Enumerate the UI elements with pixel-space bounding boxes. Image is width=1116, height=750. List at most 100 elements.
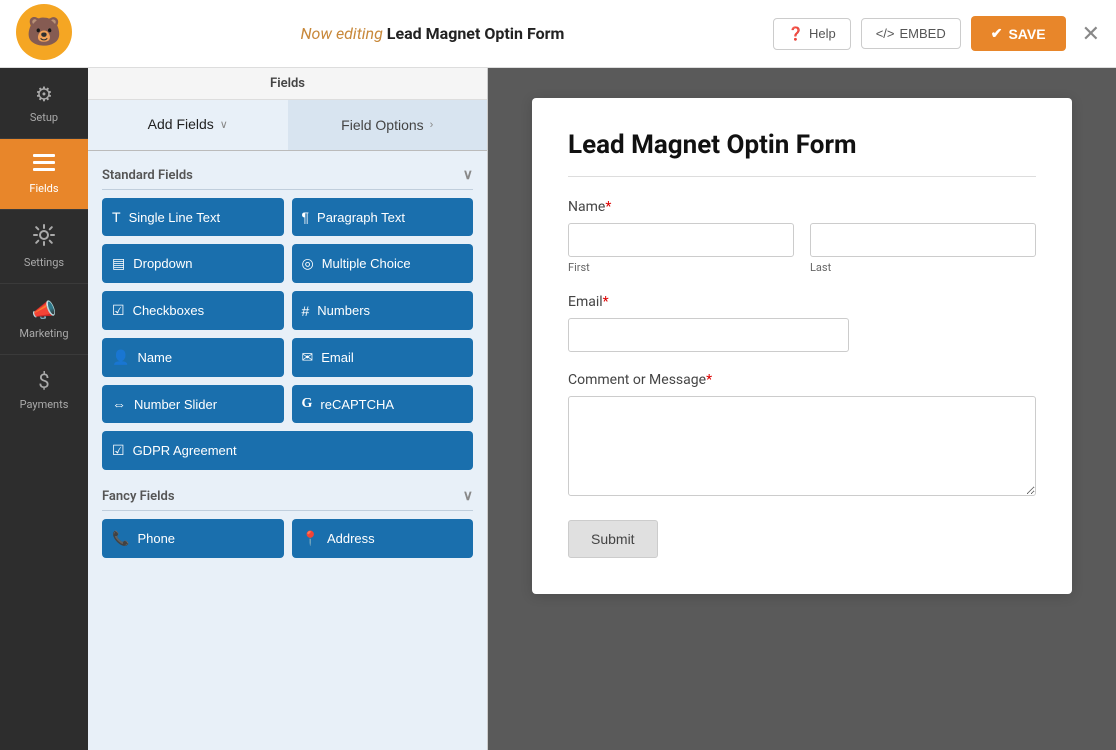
standard-fields-label: Standard Fields bbox=[102, 168, 193, 183]
field-btn-single-line[interactable]: T Single Line Text bbox=[102, 198, 284, 236]
name-field-label: Name* bbox=[568, 199, 1036, 215]
fields-tab-bar: Add Fields ∨ Field Options › bbox=[88, 100, 487, 151]
topbar-actions: ❓ Help </> EMBED ✔ SAVE ✕ bbox=[773, 16, 1100, 51]
logo: 🐻 bbox=[16, 4, 76, 64]
phone-icon: 📞 bbox=[112, 530, 129, 547]
form-preview-area: Lead Magnet Optin Form Name* First Last bbox=[488, 68, 1116, 750]
recaptcha-icon: G bbox=[302, 396, 313, 412]
field-btn-gdpr[interactable]: ☑ GDPR Agreement bbox=[102, 431, 473, 470]
topbar: 🐻 Now editing Lead Magnet Optin Form ❓ H… bbox=[0, 0, 1116, 68]
first-sublabel: First bbox=[568, 261, 794, 274]
form-field-email: Email* bbox=[568, 294, 1036, 352]
embed-icon: </> bbox=[876, 26, 895, 41]
editing-prefix: Now editing bbox=[300, 24, 386, 43]
dropdown-icon: ▤ bbox=[112, 255, 125, 272]
paragraph-icon: ¶ bbox=[302, 209, 310, 225]
field-btn-phone[interactable]: 📞 Phone bbox=[102, 519, 284, 558]
name-icon: 👤 bbox=[112, 349, 129, 366]
form-card: Lead Magnet Optin Form Name* First Last bbox=[532, 98, 1072, 594]
sidebar-item-fields[interactable]: Fields bbox=[0, 138, 88, 209]
field-btn-number-slider[interactable]: ⇔ Number Slider bbox=[102, 385, 284, 423]
gdpr-icon: ☑ bbox=[112, 442, 125, 459]
fields-icon bbox=[33, 153, 55, 177]
address-label: Address bbox=[327, 531, 375, 546]
settings-icon bbox=[33, 224, 55, 251]
gdpr-label: GDPR Agreement bbox=[133, 443, 237, 458]
address-icon: 📍 bbox=[302, 530, 319, 547]
fancy-fields-chevron[interactable]: ∨ bbox=[463, 488, 473, 504]
fields-panel: Fields Add Fields ∨ Field Options › Stan… bbox=[88, 68, 488, 750]
standard-fields-grid: T Single Line Text ¶ Paragraph Text ▤ Dr… bbox=[102, 198, 473, 470]
single-line-icon: T bbox=[112, 209, 121, 225]
number-slider-icon: ⇔ bbox=[112, 396, 126, 412]
sidebar-item-label: Payments bbox=[20, 398, 69, 411]
recaptcha-label: reCAPTCHA bbox=[320, 397, 394, 412]
sidebar-item-label: Fields bbox=[29, 182, 58, 195]
sidebar-item-label: Setup bbox=[30, 111, 58, 124]
help-button[interactable]: ❓ Help bbox=[773, 18, 851, 50]
checkboxes-label: Checkboxes bbox=[133, 303, 205, 318]
first-name-col: First bbox=[568, 223, 794, 274]
last-name-col: Last bbox=[810, 223, 1036, 274]
standard-fields-chevron[interactable]: ∨ bbox=[463, 167, 473, 183]
fancy-fields-grid: 📞 Phone 📍 Address bbox=[102, 519, 473, 558]
sidebar-item-label: Settings bbox=[24, 256, 64, 269]
sidebar-item-marketing[interactable]: 📣 Marketing bbox=[0, 283, 88, 354]
numbers-icon: # bbox=[302, 303, 310, 319]
save-button[interactable]: ✔ SAVE bbox=[971, 16, 1066, 51]
numbers-label: Numbers bbox=[317, 303, 370, 318]
paragraph-label: Paragraph Text bbox=[317, 210, 405, 225]
help-icon: ❓ bbox=[788, 26, 804, 42]
form-divider bbox=[568, 176, 1036, 177]
name-row: First Last bbox=[568, 223, 1036, 274]
submit-button[interactable]: Submit bbox=[568, 520, 658, 558]
save-label: SAVE bbox=[1008, 26, 1045, 42]
add-fields-arrow: ∨ bbox=[220, 118, 228, 131]
sidebar-item-payments[interactable]: $ Payments bbox=[0, 354, 88, 425]
check-icon: ✔ bbox=[991, 25, 1003, 42]
fancy-fields-label: Fancy Fields bbox=[102, 489, 175, 504]
field-options-label: Field Options bbox=[341, 117, 423, 133]
form-preview-title: Lead Magnet Optin Form bbox=[568, 130, 1036, 160]
payments-icon: $ bbox=[38, 369, 49, 393]
add-fields-label: Add Fields bbox=[148, 116, 214, 132]
email-icon: ✉ bbox=[302, 349, 314, 366]
field-btn-recaptcha[interactable]: G reCAPTCHA bbox=[292, 385, 474, 423]
embed-button[interactable]: </> EMBED bbox=[861, 18, 961, 49]
field-btn-paragraph[interactable]: ¶ Paragraph Text bbox=[292, 198, 474, 236]
field-btn-multiple-choice[interactable]: ◎ Multiple Choice bbox=[292, 244, 474, 283]
tab-field-options[interactable]: Field Options › bbox=[288, 100, 488, 150]
email-input[interactable] bbox=[568, 318, 849, 352]
name-label: Name bbox=[137, 350, 172, 365]
sidebar-item-setup[interactable]: ⚙ Setup bbox=[0, 68, 88, 138]
single-line-label: Single Line Text bbox=[129, 210, 221, 225]
field-options-arrow: › bbox=[430, 119, 434, 131]
first-name-input[interactable] bbox=[568, 223, 794, 257]
field-btn-checkboxes[interactable]: ☑ Checkboxes bbox=[102, 291, 284, 330]
main-layout: ⚙ Setup Fields Settings 📣 bbox=[0, 68, 1116, 750]
field-btn-dropdown[interactable]: ▤ Dropdown bbox=[102, 244, 284, 283]
fancy-fields-header: Fancy Fields ∨ bbox=[102, 488, 473, 511]
form-name: Lead Magnet Optin Form bbox=[387, 24, 565, 43]
last-name-input[interactable] bbox=[810, 223, 1036, 257]
field-btn-email[interactable]: ✉ Email bbox=[292, 338, 474, 377]
sidebar-item-label: Marketing bbox=[19, 327, 68, 340]
tab-add-fields[interactable]: Add Fields ∨ bbox=[88, 100, 288, 150]
field-btn-address[interactable]: 📍 Address bbox=[292, 519, 474, 558]
message-textarea[interactable] bbox=[568, 396, 1036, 496]
help-label: Help bbox=[809, 26, 836, 41]
email-field-label: Email* bbox=[568, 294, 1036, 310]
dropdown-label: Dropdown bbox=[133, 256, 192, 271]
embed-label: EMBED bbox=[900, 26, 946, 41]
field-btn-name[interactable]: 👤 Name bbox=[102, 338, 284, 377]
field-btn-numbers[interactable]: # Numbers bbox=[292, 291, 474, 330]
marketing-icon: 📣 bbox=[32, 298, 57, 322]
sidebar-item-settings[interactable]: Settings bbox=[0, 209, 88, 283]
message-field-label: Comment or Message* bbox=[568, 372, 1036, 388]
close-button[interactable]: ✕ bbox=[1082, 23, 1100, 45]
email-label: Email bbox=[321, 350, 354, 365]
multiple-choice-icon: ◎ bbox=[302, 255, 314, 272]
phone-label: Phone bbox=[137, 531, 175, 546]
name-required-mark: * bbox=[605, 199, 611, 215]
number-slider-label: Number Slider bbox=[134, 397, 217, 412]
